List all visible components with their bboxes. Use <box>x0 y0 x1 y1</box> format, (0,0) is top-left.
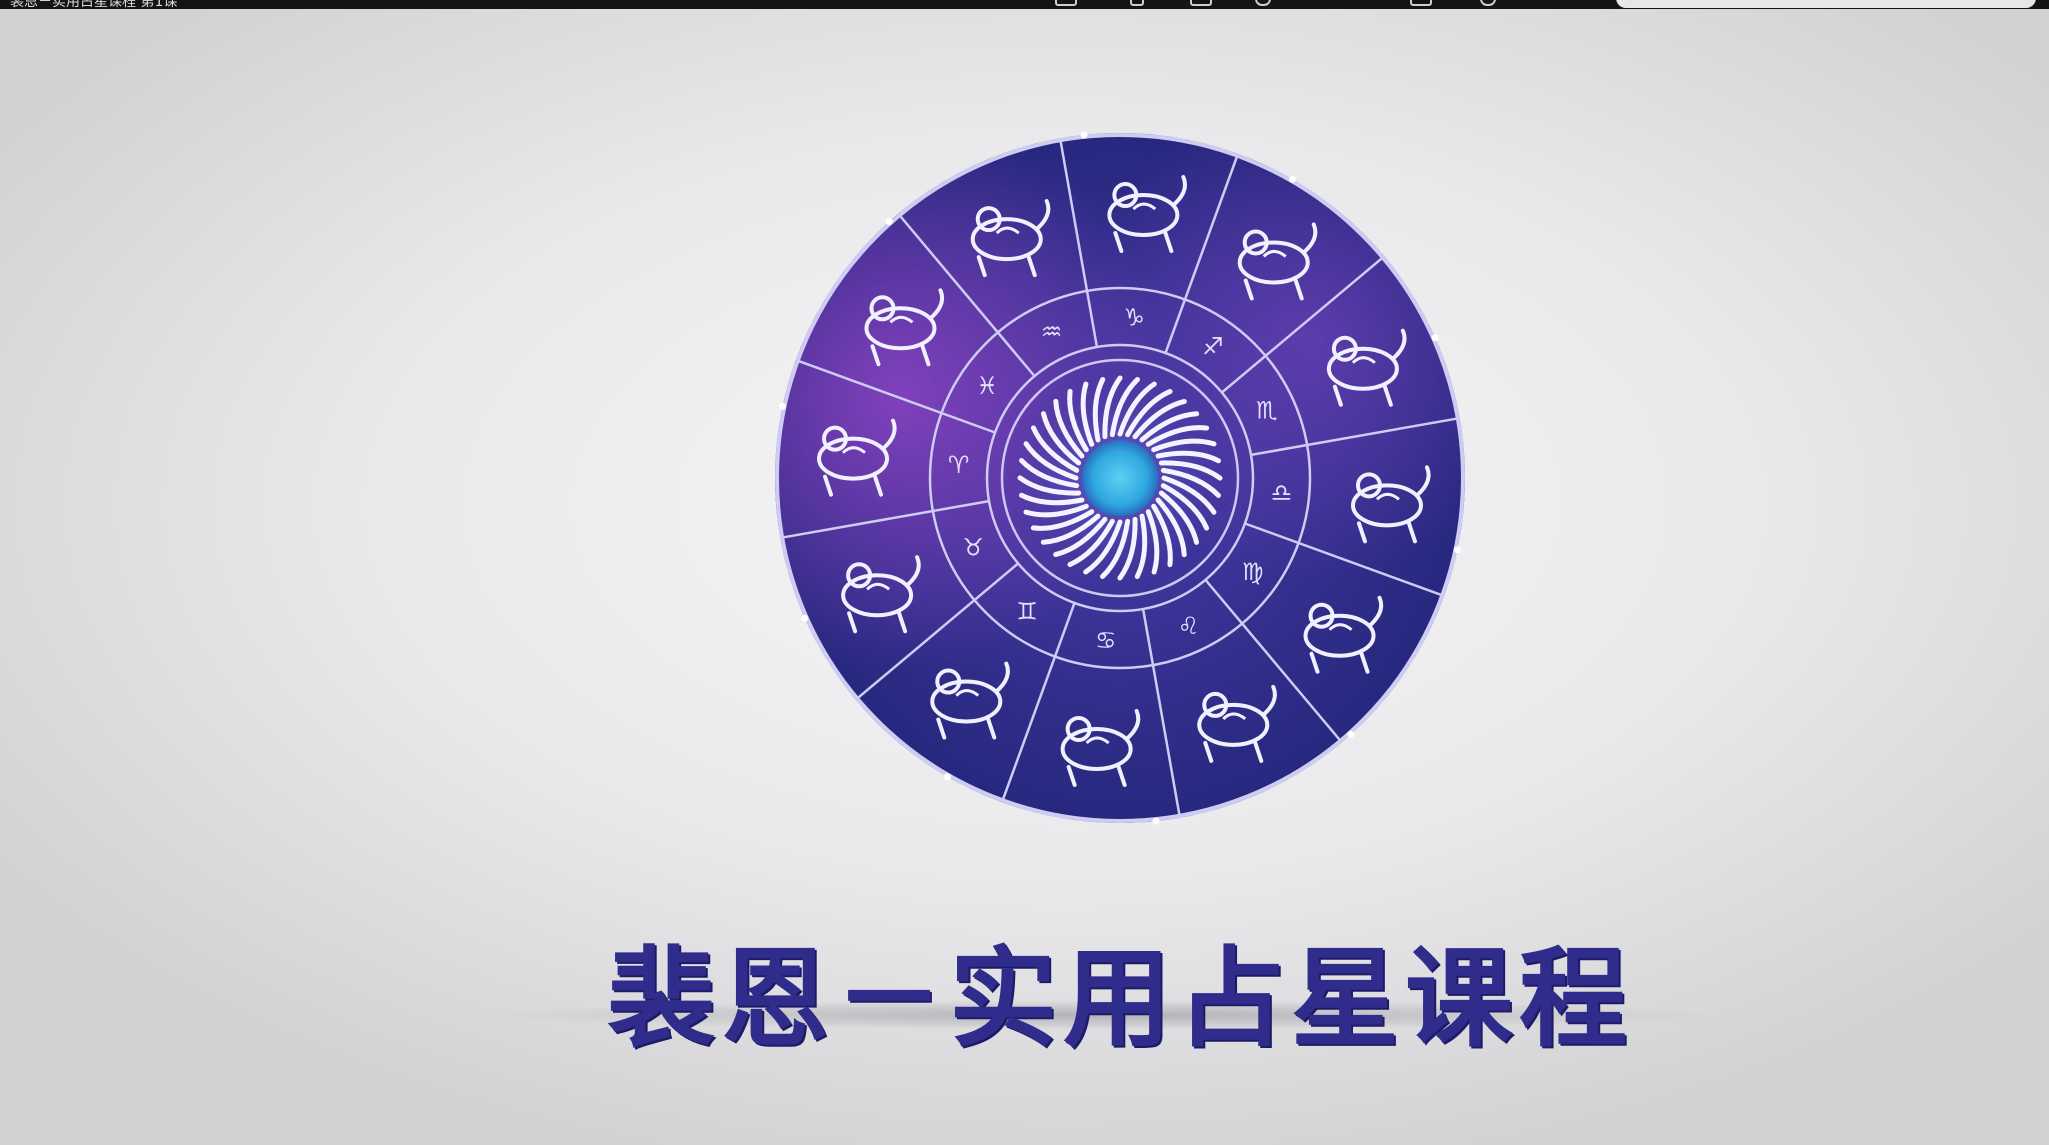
rim-sparkle <box>801 614 809 622</box>
search-icon[interactable] <box>1480 0 1496 6</box>
screenshot-icon[interactable] <box>1190 0 1212 6</box>
zodiac-glyph: ♐ <box>1202 332 1224 360</box>
rim-sparkle <box>1152 817 1160 825</box>
rim-sparkle <box>1431 334 1439 342</box>
zodiac-glyph: ♑ <box>1123 304 1145 332</box>
zodiac-glyph: ♈ <box>948 451 970 479</box>
zodiac-glyph: ♊ <box>1016 598 1038 626</box>
rim-sparkle <box>1289 175 1296 183</box>
zodiac-wheel-graphic: ♑ ♐ ♏ ♎ ♍ ♌ ♋ ♊ ♉ ♈ ♓ ♒ <box>775 131 1465 825</box>
caption-icon[interactable] <box>1055 0 1077 6</box>
zodiac-glyph: ♌ <box>1178 612 1200 640</box>
course-title: 裴恩－实用占星课程 <box>606 937 1633 1062</box>
top-bar: 裴恩－实用占星课程 第1课 <box>0 0 2049 9</box>
zodiac-glyph: ♉ <box>962 533 984 561</box>
volume-icon[interactable] <box>1130 0 1144 6</box>
zodiac-glyph: ♏ <box>1256 397 1278 425</box>
rim-sparkle <box>944 773 951 781</box>
zodiac-glyph: ♍ <box>1242 558 1264 586</box>
rim-sparkle <box>1347 730 1355 738</box>
rim-sparkle <box>885 218 893 226</box>
notification-pill[interactable] <box>1616 0 2036 8</box>
window-title: 裴恩－实用占星课程 第1课 <box>10 0 178 9</box>
zodiac-glyph: ♒ <box>1041 318 1063 346</box>
zodiac-glyph: ♓ <box>977 372 999 400</box>
rim-sparkle <box>1080 131 1088 139</box>
fullscreen-icon[interactable] <box>1410 0 1432 6</box>
sun-core <box>1082 440 1158 516</box>
settings-icon[interactable] <box>1255 0 1271 6</box>
zodiac-glyph: ♎ <box>1271 479 1293 507</box>
zodiac-wheel: ♑ ♐ ♏ ♎ ♍ ♌ ♋ ♊ ♉ ♈ ♓ ♒ <box>770 128 1470 828</box>
zodiac-glyph: ♋ <box>1095 626 1117 654</box>
rim-sparkle <box>779 402 787 410</box>
rim-sparkle <box>1453 546 1461 554</box>
